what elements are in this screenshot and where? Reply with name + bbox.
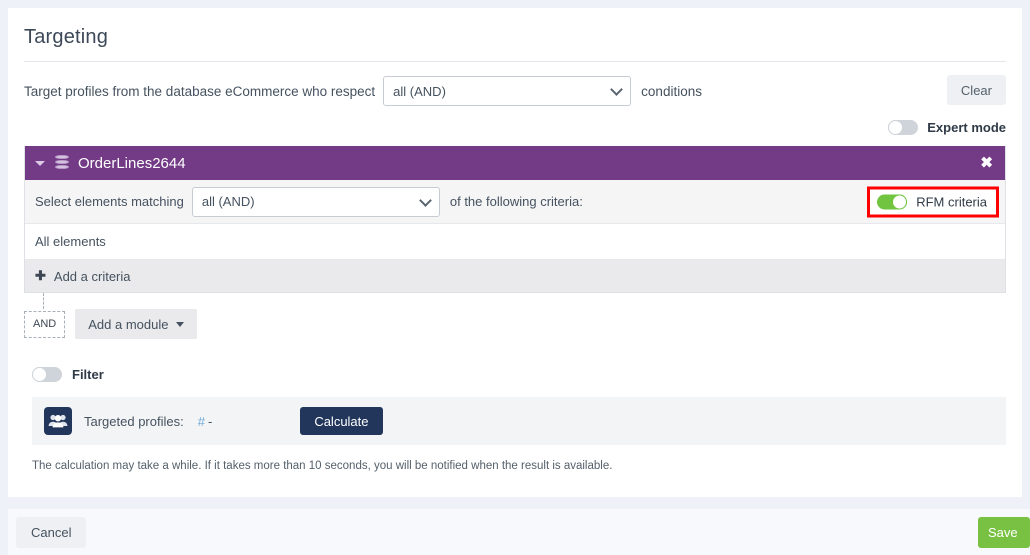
- target-definition-row: Target profiles from the database eComme…: [8, 62, 1022, 106]
- module-criteria-bar: Select elements matching all (AND) of th…: [25, 180, 1005, 224]
- save-button[interactable]: Save: [978, 517, 1030, 548]
- elements-match-value: all (AND): [201, 194, 255, 209]
- database-icon: [55, 155, 69, 171]
- targeted-profiles-value: -: [207, 413, 213, 429]
- and-connector-line: [43, 293, 44, 309]
- chevron-down-icon: [610, 83, 624, 96]
- filter-label: Filter: [72, 367, 104, 382]
- following-criteria-text: of the following criteria:: [449, 194, 583, 209]
- toggle-knob: [892, 194, 908, 209]
- calculation-note: The calculation may take a while. If it …: [32, 460, 613, 472]
- elements-match-select[interactable]: all (AND): [191, 186, 440, 217]
- expert-mode-row: Expert mode: [8, 106, 1022, 135]
- module-header: OrderLines2644 ✖: [25, 146, 1005, 180]
- main-panel: Targeting Target profiles from the datab…: [8, 8, 1022, 497]
- module-title: OrderLines2644: [78, 154, 186, 172]
- expert-mode-toggle[interactable]: [888, 120, 919, 135]
- close-icon[interactable]: ✖: [980, 156, 993, 171]
- filter-toggle[interactable]: [32, 367, 62, 382]
- add-criteria-label: Add a criteria: [53, 268, 131, 284]
- all-elements-text: All elements: [35, 234, 106, 249]
- page-title: Targeting: [24, 26, 109, 48]
- rfm-criteria-label: RFM criteria: [916, 194, 987, 209]
- cancel-button[interactable]: Cancel: [16, 516, 87, 548]
- target-match-value: all (AND): [393, 83, 446, 99]
- rfm-criteria-highlight: RFM criteria: [867, 186, 999, 217]
- select-elements-label: Select elements matching: [35, 194, 184, 209]
- add-criteria-button[interactable]: ✚ Add a criteria: [25, 260, 1005, 292]
- filter-row: Filter: [8, 339, 1022, 382]
- module-card: OrderLines2644 ✖ Select elements matchin…: [24, 146, 1006, 293]
- targeted-profiles-box: Targeted profiles: # - Calculate: [32, 397, 1006, 445]
- people-icon: [44, 407, 72, 435]
- toggle-knob: [32, 367, 47, 382]
- targeting-screen: Targeting Target profiles from the datab…: [0, 0, 1030, 555]
- footer-bar: Cancel Save: [8, 509, 1030, 555]
- plus-icon: ✚: [35, 268, 46, 283]
- target-match-select[interactable]: all (AND): [383, 76, 632, 106]
- logic-row: AND Add a module: [24, 293, 1022, 339]
- profiles-hash-icon: #: [197, 413, 205, 429]
- targeted-profiles-label: Targeted profiles:: [84, 413, 184, 429]
- target-suffix-text: conditions: [641, 83, 702, 99]
- all-elements-row: All elements: [25, 224, 1005, 260]
- calculate-button[interactable]: Calculate: [300, 407, 383, 435]
- target-prefix-text: Target profiles from the database eComme…: [24, 83, 376, 99]
- rfm-criteria-toggle[interactable]: [877, 194, 908, 209]
- chevron-down-icon[interactable]: [35, 160, 45, 166]
- and-operator-badge[interactable]: AND: [24, 310, 66, 338]
- expert-mode-label: Expert mode: [927, 120, 1006, 135]
- chevron-down-icon: [418, 193, 432, 207]
- clear-button[interactable]: Clear: [946, 75, 1006, 105]
- toggle-knob: [888, 120, 904, 135]
- add-module-button[interactable]: Add a module: [75, 309, 198, 339]
- chevron-down-icon: [176, 321, 185, 327]
- add-module-label: Add a module: [88, 316, 169, 332]
